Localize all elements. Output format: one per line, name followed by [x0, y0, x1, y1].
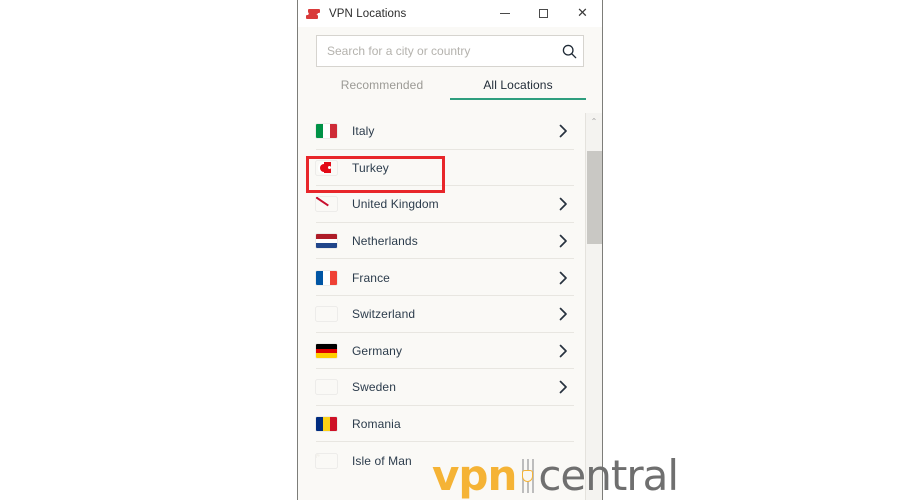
- flag-germany-icon: [316, 343, 337, 358]
- title-bar: VPN Locations ✕: [298, 0, 602, 27]
- close-button[interactable]: ✕: [563, 0, 602, 27]
- window-title: VPN Locations: [329, 7, 407, 20]
- maximize-button[interactable]: [524, 0, 563, 27]
- flag-isle-of-man-icon: [316, 453, 337, 468]
- list-scrollbar[interactable]: ⌃: [585, 113, 602, 500]
- list-item[interactable]: Sweden: [298, 369, 586, 406]
- chevron-right-icon[interactable]: [559, 307, 568, 321]
- search-input[interactable]: [317, 36, 555, 66]
- locations-list: Italy Turkey United Kingdom Netherlands …: [298, 113, 586, 500]
- list-item[interactable]: Romania: [298, 406, 586, 443]
- location-name: Romania: [352, 417, 401, 432]
- flag-united-kingdom-icon: [316, 197, 337, 211]
- list-item[interactable]: Germany: [298, 333, 586, 370]
- location-name: Germany: [352, 343, 403, 358]
- flag-sweden-icon: [316, 380, 337, 394]
- vpn-locations-window: VPN Locations ✕ Search for a city or cou…: [297, 0, 603, 500]
- chevron-right-icon[interactable]: [559, 380, 568, 394]
- scrollbar-thumb[interactable]: [587, 151, 602, 244]
- list-item[interactable]: Netherlands: [298, 223, 586, 260]
- list-item[interactable]: Turkey: [298, 150, 586, 187]
- search-section: [298, 27, 602, 67]
- location-name: Isle of Man: [352, 453, 412, 468]
- list-item[interactable]: Isle of Man: [298, 442, 586, 479]
- location-name: United Kingdom: [352, 197, 439, 212]
- chevron-right-icon[interactable]: [559, 271, 568, 285]
- chevron-right-icon[interactable]: [559, 197, 568, 211]
- window-controls: ✕: [485, 0, 602, 27]
- locations-region: Italy Turkey United Kingdom Netherlands …: [298, 113, 602, 500]
- search-icon[interactable]: [555, 44, 583, 59]
- tab-recommended[interactable]: Recommended: [314, 78, 450, 100]
- tab-all-locations[interactable]: All Locations: [450, 78, 586, 100]
- location-name: Netherlands: [352, 234, 418, 249]
- list-item[interactable]: United Kingdom: [298, 186, 586, 223]
- minimize-button[interactable]: [485, 0, 524, 27]
- location-name: Italy: [352, 124, 375, 139]
- chevron-right-icon[interactable]: [559, 124, 568, 138]
- chevron-right-icon[interactable]: [559, 344, 568, 358]
- list-item[interactable]: Switzerland: [298, 296, 586, 333]
- flag-romania-icon: [316, 417, 337, 432]
- flag-netherlands-icon: [316, 234, 337, 249]
- flag-turkey-icon: [316, 161, 337, 175]
- list-item[interactable]: Italy: [298, 113, 586, 150]
- location-name: France: [352, 270, 390, 285]
- maximize-icon: [539, 9, 548, 18]
- flag-switzerland-icon: [316, 307, 337, 321]
- close-icon: ✕: [577, 6, 588, 21]
- chevron-right-icon[interactable]: [559, 234, 568, 248]
- search-box[interactable]: [316, 35, 584, 67]
- list-item[interactable]: France: [298, 259, 586, 296]
- scroll-up-button[interactable]: ⌃: [586, 113, 602, 130]
- tab-all-locations-label: All Locations: [483, 78, 553, 92]
- tab-bar: Recommended All Locations: [298, 78, 602, 100]
- location-name: Sweden: [352, 380, 396, 395]
- location-name: Switzerland: [352, 307, 416, 322]
- minimize-icon: [499, 13, 510, 14]
- screenshot-canvas: VPN Locations ✕ Search for a city or cou…: [0, 0, 900, 500]
- flag-france-icon: [316, 270, 337, 285]
- flag-italy-icon: [316, 124, 337, 139]
- tab-recommended-label: Recommended: [340, 78, 424, 92]
- location-name: Turkey: [352, 160, 389, 175]
- expressvpn-logo-icon: [305, 6, 322, 22]
